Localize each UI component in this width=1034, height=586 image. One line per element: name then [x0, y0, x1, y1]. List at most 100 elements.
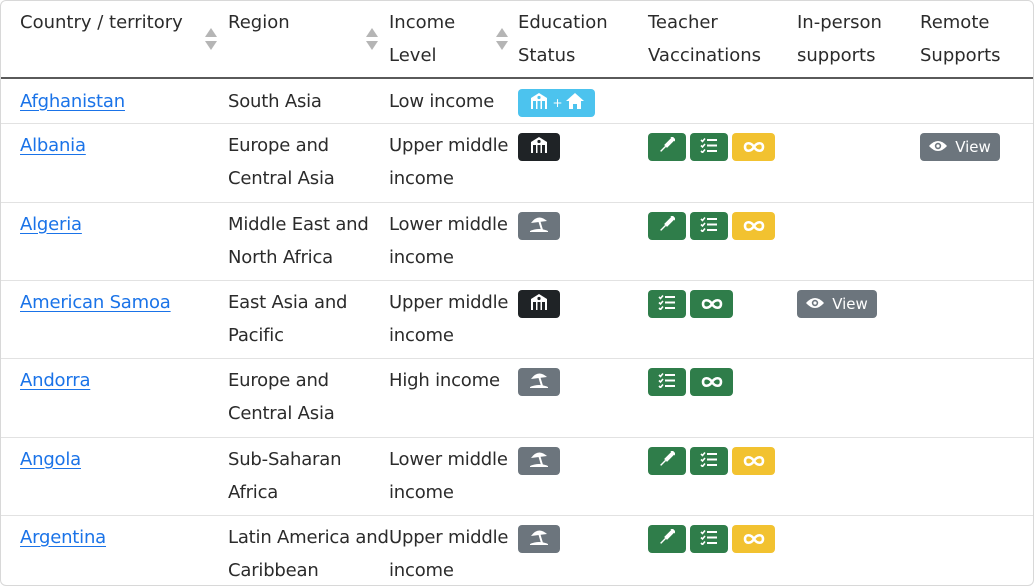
checklist-icon — [700, 216, 718, 236]
income-cell: Upper middle income — [389, 521, 509, 585]
education-status-badge — [518, 525, 560, 553]
income-cell: Upper middle income — [389, 129, 508, 195]
checklist-icon — [700, 529, 718, 549]
income-text: Upper middle — [389, 135, 509, 156]
vaccination-checklist-badge — [648, 290, 686, 318]
region-text: Caribbean — [228, 560, 319, 581]
region-text: East Asia and — [228, 292, 348, 313]
vaccination-infinity-badge — [732, 447, 775, 475]
vaccination-infinity-badge — [690, 290, 733, 318]
checklist-icon — [658, 372, 676, 392]
table-row: American Samoa East Asia and Pacific Upper … — [1, 280, 1033, 358]
vaccination-syringe-badge — [648, 133, 686, 161]
infinity-icon — [743, 452, 765, 471]
vaccination-checklist-badge — [690, 447, 728, 475]
region-text: South Asia — [228, 91, 322, 112]
school-icon — [529, 93, 549, 113]
region-cell: Sub-Saharan Africa — [228, 443, 341, 509]
income-text: income — [389, 560, 454, 581]
table-row: Afghanistan South Asia Low income + — [1, 79, 1033, 123]
infinity-icon — [743, 530, 765, 549]
table-row: Angola Sub-Saharan Africa Lower middle incom… — [1, 437, 1033, 515]
col-header-income[interactable]: Income Level — [389, 6, 455, 72]
country-link[interactable]: Argentina — [20, 521, 106, 554]
education-status-badge — [518, 368, 560, 396]
infinity-icon — [743, 217, 765, 236]
education-status-badge — [518, 212, 560, 240]
checklist-icon — [700, 137, 718, 157]
plus-icon: + — [552, 96, 563, 110]
country-link[interactable]: Angola — [20, 443, 81, 476]
table-row: Albania Europe and Central Asia Upper middl… — [1, 123, 1033, 202]
education-status-badge — [518, 133, 560, 161]
region-cell: South Asia — [228, 85, 322, 118]
income-text: High income — [389, 370, 500, 391]
region-cell: Europe and Central Asia — [228, 364, 335, 430]
infinity-icon — [701, 295, 723, 314]
view-label: View — [955, 138, 991, 156]
income-text: income — [389, 247, 454, 268]
region-text: Latin America and — [228, 527, 389, 548]
vaccination-syringe-badge — [648, 212, 686, 240]
country-link[interactable]: Afghanistan — [20, 85, 125, 118]
vaccination-syringe-badge — [648, 447, 686, 475]
col-header-country[interactable]: Country / territory — [20, 6, 183, 39]
income-text: income — [389, 325, 454, 346]
country-link[interactable]: Andorra — [20, 364, 90, 397]
col-header-education: Education Status — [518, 12, 608, 66]
beach-umbrella-icon — [528, 450, 550, 472]
beach-umbrella-icon — [528, 371, 550, 393]
education-status-badge — [518, 290, 560, 318]
infinity-icon — [743, 138, 765, 157]
vaccination-infinity-badge — [690, 368, 733, 396]
infinity-icon — [701, 373, 723, 392]
education-status-badge — [518, 447, 560, 475]
syringe-icon — [659, 214, 677, 236]
income-text: income — [389, 482, 454, 503]
income-text: Lower middle — [389, 214, 508, 235]
home-icon — [565, 93, 584, 113]
region-text: Central Asia — [228, 168, 335, 189]
region-cell: East Asia and Pacific — [228, 286, 347, 352]
sort-income-icon[interactable] — [496, 28, 508, 52]
in-person-view-button[interactable]: View — [797, 290, 877, 318]
school-icon — [529, 137, 549, 157]
country-link[interactable]: Albania — [20, 129, 86, 162]
income-cell: Lower middle income — [389, 443, 508, 509]
region-text: Pacific — [228, 325, 284, 346]
region-cell: Latin America and Caribbean — [228, 521, 389, 585]
region-text: North Africa — [228, 247, 334, 268]
region-text: Africa — [228, 482, 279, 503]
vaccination-syringe-badge — [648, 525, 686, 553]
col-header-region[interactable]: Region — [228, 6, 290, 39]
education-status-badge: + — [518, 89, 595, 117]
vaccination-checklist-badge — [690, 133, 728, 161]
income-text: Upper middle — [389, 292, 509, 313]
beach-umbrella-icon — [528, 528, 550, 550]
col-header-remote: Remote Supports — [920, 12, 1001, 66]
sort-country-icon[interactable] — [205, 28, 217, 52]
remote-view-button[interactable]: View — [920, 133, 1000, 161]
income-cell: Upper middle income — [389, 286, 508, 352]
syringe-icon — [659, 527, 677, 549]
eye-icon — [806, 295, 832, 313]
syringe-icon — [659, 449, 677, 471]
vaccination-infinity-badge — [732, 212, 775, 240]
income-text: income — [389, 168, 454, 189]
income-cell: High income — [389, 364, 500, 397]
region-text: Europe and — [228, 370, 329, 391]
income-text: Upper middle — [389, 527, 509, 548]
vaccination-checklist-badge — [648, 368, 686, 396]
eye-icon — [929, 138, 955, 156]
country-link[interactable]: Algeria — [20, 208, 82, 241]
vaccination-checklist-badge — [690, 212, 728, 240]
vaccination-infinity-badge — [732, 525, 775, 553]
sort-region-icon[interactable] — [366, 28, 378, 52]
country-table: Country / territory Region Income Level … — [0, 0, 1034, 586]
region-cell: Europe and Central Asia — [228, 129, 335, 195]
region-text: Sub-Saharan — [228, 449, 342, 470]
income-text: Low income — [389, 91, 495, 112]
income-cell: Lower middle income — [389, 208, 508, 274]
country-link[interactable]: American Samoa — [20, 286, 171, 319]
checklist-icon — [658, 294, 676, 314]
